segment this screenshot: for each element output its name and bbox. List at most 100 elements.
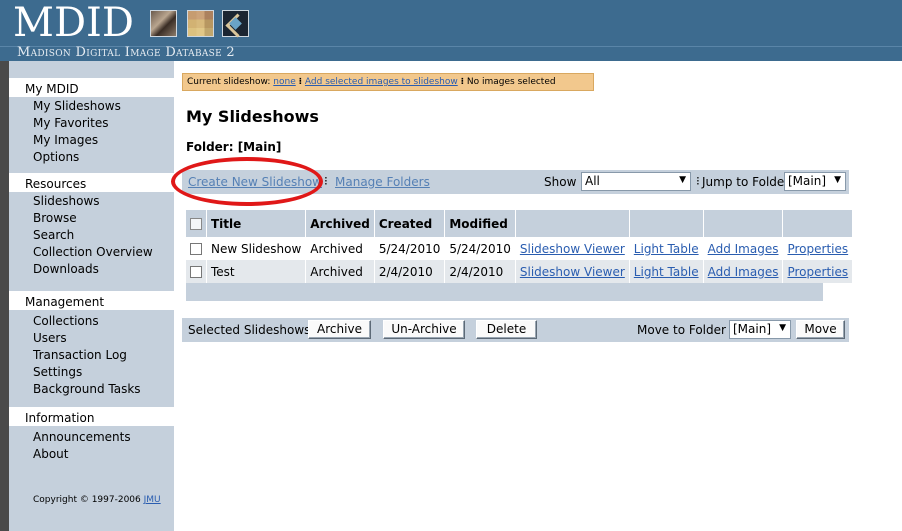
selected-slideshows-label: Selected Slideshows: xyxy=(188,323,315,337)
move-to-folder-select[interactable]: [Main] ▼ xyxy=(729,320,791,339)
sidebar-item-search[interactable]: Search xyxy=(33,229,74,242)
sidebar-item-my-images[interactable]: My Images xyxy=(33,134,98,147)
sidebar-item-collection-overview[interactable]: Collection Overview xyxy=(33,246,153,259)
select-all-cell xyxy=(186,210,207,237)
sidebar-item-downloads[interactable]: Downloads xyxy=(33,263,99,276)
add-images-link[interactable]: Add Images xyxy=(708,265,779,279)
folder-title: Folder: [Main] xyxy=(186,140,282,154)
row-archived: Archived xyxy=(305,237,375,260)
logo-arrow-image xyxy=(222,10,249,37)
add-images-link[interactable]: Add Images xyxy=(708,242,779,256)
logo-mosaic-image xyxy=(187,10,214,37)
move-to-folder-value: [Main] xyxy=(733,322,772,336)
separator-icon: ⁝ xyxy=(460,77,465,87)
sidebar-item-options[interactable]: Options xyxy=(33,151,79,164)
column-header-title[interactable]: Title xyxy=(206,210,307,237)
sidebar-item-about[interactable]: About xyxy=(33,448,68,461)
row-modified: 2/4/2010 xyxy=(444,260,516,283)
archive-button[interactable]: Archive xyxy=(308,320,371,339)
separator-icon: ⁝ xyxy=(696,174,700,188)
sidebar: My MDID My Slideshows My Favorites My Im… xyxy=(9,61,174,531)
row-created: 5/24/2010 xyxy=(374,237,446,260)
move-button[interactable]: Move xyxy=(796,320,845,339)
add-images-cell: Add Images xyxy=(703,237,784,260)
show-filter-value: All xyxy=(585,174,600,188)
sidebar-group-information: Information xyxy=(9,407,174,427)
sidebar-item-browse[interactable]: Browse xyxy=(33,212,77,225)
column-header-created[interactable]: Created xyxy=(374,210,446,237)
show-filter-select[interactable]: All ▼ xyxy=(581,172,691,191)
app-header: MDID xyxy=(0,0,902,46)
selection-status: No images selected xyxy=(466,77,556,87)
sidebar-item-background-tasks[interactable]: Background Tasks xyxy=(33,383,141,396)
sidebar-item-users[interactable]: Users xyxy=(33,332,67,345)
unarchive-button[interactable]: Un-Archive xyxy=(383,320,465,339)
current-slideshow-link[interactable]: none xyxy=(273,77,295,87)
add-images-cell: Add Images xyxy=(703,260,784,283)
chevron-down-icon: ▼ xyxy=(679,175,686,185)
row-archived: Archived xyxy=(305,260,375,283)
column-header-blank xyxy=(629,210,704,237)
table-header-row: Title Archived Created Modified xyxy=(186,210,853,237)
sidebar-group-resources: Resources xyxy=(9,173,174,193)
move-to-folder-label: Move to Folder xyxy=(637,323,726,337)
row-modified: 5/24/2010 xyxy=(444,237,516,260)
row-title: Test xyxy=(206,260,307,283)
light-table-cell: Light Table xyxy=(629,237,704,260)
sidebar-item-slideshows[interactable]: Slideshows xyxy=(33,195,100,208)
logo-eye-image xyxy=(150,10,177,37)
table-row: New Slideshow Archived 5/24/2010 5/24/20… xyxy=(186,237,853,260)
row-title: New Slideshow xyxy=(206,237,307,260)
properties-link[interactable]: Properties xyxy=(787,265,848,279)
separator-icon: ⁝ xyxy=(324,174,328,188)
sidebar-item-my-slideshows[interactable]: My Slideshows xyxy=(33,100,121,113)
slideshow-viewer-link[interactable]: Slideshow Viewer xyxy=(520,242,625,256)
light-table-link[interactable]: Light Table xyxy=(634,242,699,256)
sidebar-item-transaction-log[interactable]: Transaction Log xyxy=(33,349,127,362)
copyright-text: Copyright © 1997-2006 JMU xyxy=(33,495,161,505)
row-checkbox[interactable] xyxy=(190,243,202,255)
table-row: Test Archived 2/4/2010 2/4/2010 Slidesho… xyxy=(186,260,853,283)
row-created: 2/4/2010 xyxy=(374,260,446,283)
select-all-checkbox[interactable] xyxy=(190,218,202,230)
current-slideshow-label: Current slideshow: xyxy=(187,77,271,87)
column-header-blank xyxy=(782,210,853,237)
row-checkbox[interactable] xyxy=(190,266,202,278)
row-checkbox-cell xyxy=(186,237,207,260)
highlight-ellipse xyxy=(171,157,323,206)
sidebar-item-announcements[interactable]: Announcements xyxy=(33,431,131,444)
light-table-link[interactable]: Light Table xyxy=(634,265,699,279)
properties-cell: Properties xyxy=(782,260,853,283)
app-subtitle: Madison Digital Image Database 2 xyxy=(17,45,236,60)
sidebar-group-management: Management xyxy=(9,291,174,311)
add-to-slideshow-link[interactable]: Add selected images to slideshow xyxy=(305,77,458,87)
column-header-archived[interactable]: Archived xyxy=(305,210,375,237)
copyright-label: Copyright © 1997-2006 xyxy=(33,495,141,505)
delete-button[interactable]: Delete xyxy=(476,320,537,339)
chevron-down-icon: ▼ xyxy=(779,323,786,333)
sidebar-item-my-favorites[interactable]: My Favorites xyxy=(33,117,108,130)
copyright-link[interactable]: JMU xyxy=(144,495,161,505)
slideshow-viewer-cell: Slideshow Viewer xyxy=(515,260,630,283)
sidebar-item-settings[interactable]: Settings xyxy=(33,366,82,379)
column-header-modified[interactable]: Modified xyxy=(444,210,516,237)
jump-to-folder-value: [Main] xyxy=(788,174,827,188)
jump-to-folder-label: Jump to Folder xyxy=(702,175,790,189)
show-filter-label: Show xyxy=(544,175,577,189)
subheader-bar: Madison Digital Image Database 2 xyxy=(0,45,902,61)
sidebar-edge xyxy=(0,61,9,531)
properties-link[interactable]: Properties xyxy=(787,242,848,256)
properties-cell: Properties xyxy=(782,237,853,260)
slideshow-viewer-link[interactable]: Slideshow Viewer xyxy=(520,265,625,279)
selected-slideshows-actions: Selected Slideshows: Archive Un-Archive … xyxy=(182,318,849,342)
jump-to-folder-select[interactable]: [Main] ▼ xyxy=(784,172,846,191)
column-header-blank xyxy=(515,210,630,237)
logo-text: MDID xyxy=(13,0,134,46)
slideshow-viewer-cell: Slideshow Viewer xyxy=(515,237,630,260)
current-slideshow-bar: Current slideshow: none ⁝ Add selected i… xyxy=(182,73,594,91)
slideshow-table: Title Archived Created Modified New Slid… xyxy=(186,210,853,301)
separator-icon: ⁝ xyxy=(298,77,303,87)
manage-folders-link[interactable]: Manage Folders xyxy=(335,175,430,189)
sidebar-item-collections[interactable]: Collections xyxy=(33,315,99,328)
row-checkbox-cell xyxy=(186,260,207,283)
